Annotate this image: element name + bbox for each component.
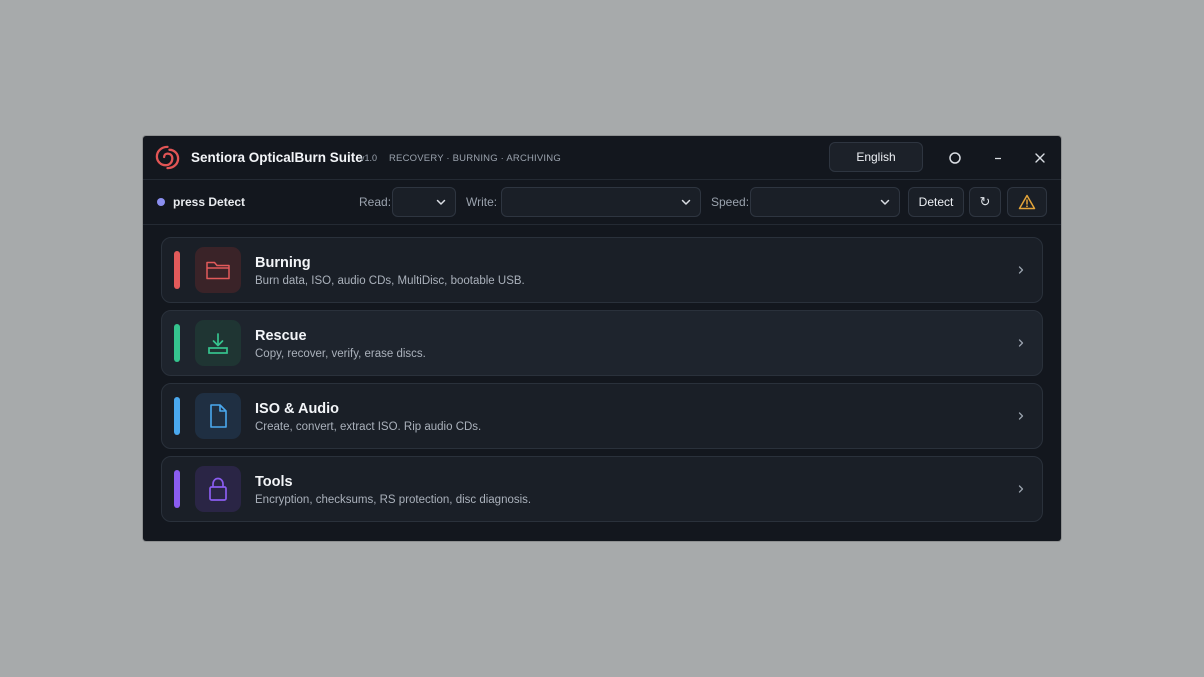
chevron-right-icon [1018, 485, 1024, 493]
warning-button[interactable] [1007, 187, 1047, 217]
card-title: Tools [255, 474, 293, 490]
minimize-icon[interactable] [988, 148, 1008, 168]
app-tagline: RECOVERY · BURNING · ARCHIVING [389, 153, 561, 164]
chevron-down-icon [880, 199, 890, 205]
card-description: Copy, recover, verify, erase discs. [255, 348, 426, 360]
card-description: Encryption, checksums, RS protection, di… [255, 494, 532, 506]
card-accent-bar [174, 470, 180, 508]
card-burning[interactable]: Burning Burn data, ISO, audio CDs, Multi… [161, 237, 1043, 303]
chevron-down-icon [681, 199, 691, 205]
card-icon-tile [195, 320, 241, 366]
device-toolbar: press Detect Read: Write: Speed: Detect … [143, 180, 1061, 225]
card-description: Burn data, ISO, audio CDs, MultiDisc, bo… [255, 275, 525, 287]
chevron-down-icon [436, 199, 446, 205]
chevron-right-icon [1018, 339, 1024, 347]
card-icon-tile [195, 247, 241, 293]
card-title: Rescue [255, 328, 307, 344]
card-icon-tile [195, 393, 241, 439]
status-text: press Detect [173, 195, 246, 209]
card-accent-bar [174, 251, 180, 289]
write-label: Write: [466, 195, 498, 209]
card-accent-bar [174, 397, 180, 435]
card-iso-audio[interactable]: ISO & Audio Create, convert, extract ISO… [161, 383, 1043, 449]
language-button[interactable]: English [829, 142, 923, 172]
app-logo-icon [155, 145, 180, 170]
warning-icon [1018, 194, 1036, 210]
card-title: ISO & Audio [255, 401, 340, 417]
detect-button[interactable]: Detect [908, 187, 964, 217]
refresh-button[interactable]: ↻ [969, 187, 1001, 217]
speed-select[interactable] [750, 187, 900, 217]
refresh-icon: ↻ [979, 194, 991, 209]
card-rescue[interactable]: Rescue Copy, recover, verify, erase disc… [161, 310, 1043, 376]
card-title: Burning [255, 255, 311, 271]
status-indicator [157, 198, 165, 206]
folder-icon [206, 261, 230, 280]
read-label: Read: [359, 195, 392, 209]
chevron-right-icon [1018, 412, 1024, 420]
card-accent-bar [174, 324, 180, 362]
chevron-right-icon [1018, 266, 1024, 274]
app-title: Sentiora OpticalBurn Suite [191, 150, 363, 165]
close-icon[interactable] [1030, 148, 1050, 168]
card-icon-tile [195, 466, 241, 512]
app-version: v1.0 [360, 153, 378, 163]
write-drive-select[interactable] [501, 187, 701, 217]
card-tools[interactable]: Tools Encryption, checksums, RS protecti… [161, 456, 1043, 522]
app-window: Sentiora OpticalBurn Suite v1.0 RECOVERY… [143, 136, 1061, 541]
download-icon [208, 333, 228, 354]
theme-icon[interactable] [945, 148, 965, 168]
title-bar: Sentiora OpticalBurn Suite v1.0 RECOVERY… [143, 136, 1061, 180]
file-icon [210, 404, 227, 428]
read-drive-select[interactable] [392, 187, 456, 217]
lock-icon [209, 477, 227, 501]
speed-label: Speed: [711, 195, 750, 209]
card-description: Create, convert, extract ISO. Rip audio … [255, 421, 482, 433]
